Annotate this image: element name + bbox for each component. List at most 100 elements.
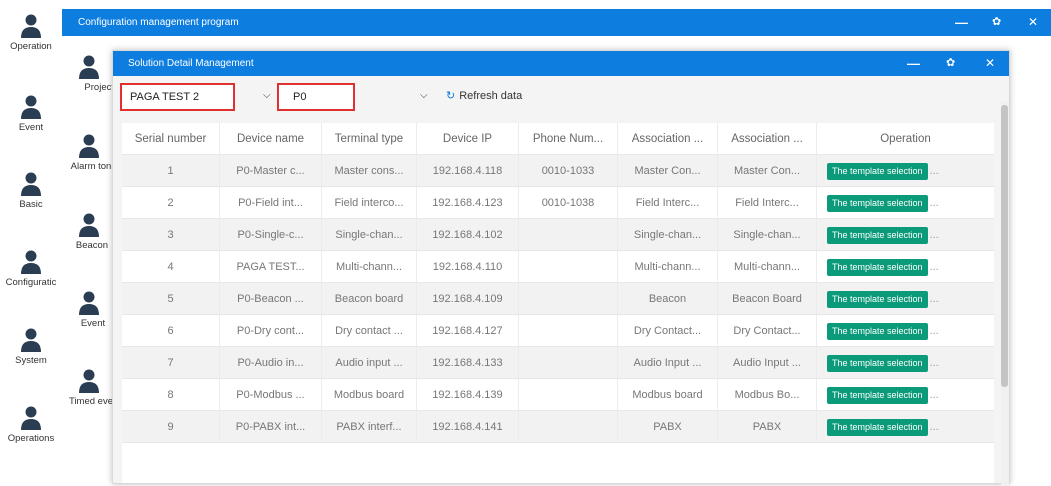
table-cell: PABX xyxy=(718,411,817,443)
chevron-down-icon[interactable]: ⌵ xyxy=(263,90,271,101)
table-cell: 192.168.4.118 xyxy=(417,155,519,187)
column-header[interactable]: Serial number xyxy=(122,123,220,155)
table-cell xyxy=(519,315,618,347)
table-cell: 0010-1038 xyxy=(519,187,618,219)
more-options[interactable]: ... xyxy=(930,165,939,177)
table-cell: Audio input ... xyxy=(322,347,417,379)
table-row[interactable]: 5 P0-Beacon ... Beacon board 192.168.4.109 B… xyxy=(122,283,994,315)
column-header[interactable]: Operation xyxy=(817,123,994,155)
table-row[interactable]: 4 PAGA TEST... Multi-chann... 192.168.4.110… xyxy=(122,251,994,283)
table-cell: 3 xyxy=(122,219,220,251)
table-cell: Beacon board xyxy=(322,283,417,315)
nav-item-alarm-tone[interactable]: Alarm ton xyxy=(62,134,114,172)
scrollbar[interactable] xyxy=(1001,101,1009,486)
sidebar-item-configuration[interactable]: Configuratic xyxy=(0,250,62,288)
more-options[interactable]: ... xyxy=(930,197,939,209)
window-title-bar: Configuration management program — ✿ ✕ xyxy=(62,9,1051,36)
template-selection-button[interactable]: The template selection xyxy=(827,354,928,372)
template-selection-button[interactable]: The template selection xyxy=(827,418,928,436)
nav-item-beacon[interactable]: Beacon xyxy=(62,213,114,251)
minimize-button[interactable]: — xyxy=(955,9,968,36)
table-cell: 192.168.4.127 xyxy=(417,315,519,347)
nav-item-event[interactable]: Event xyxy=(62,291,114,329)
sidebar-item-event[interactable]: Event xyxy=(0,95,62,133)
dialog-minimize-button[interactable]: — xyxy=(907,51,920,76)
project-select[interactable]: PAGA TEST 2 xyxy=(120,83,235,111)
table-cell: Audio Input ... xyxy=(618,347,718,379)
table-cell: PABX xyxy=(618,411,718,443)
more-options[interactable]: ... xyxy=(930,421,939,433)
scrollbar-thumb[interactable] xyxy=(1001,105,1008,387)
table-row[interactable]: 3 P0-Single-c... Single-chan... 192.168.4.1… xyxy=(122,219,994,251)
table-cell: Single-chan... xyxy=(618,219,718,251)
sidebar-item-basic[interactable]: Basic xyxy=(0,172,62,210)
column-header[interactable]: Phone Num... xyxy=(519,123,618,155)
table-row[interactable]: 9 P0-PABX int... PABX interf... 192.168.4.1… xyxy=(122,411,994,443)
restore-button[interactable]: ✿ xyxy=(992,9,1001,36)
user-icon xyxy=(21,250,41,274)
user-icon xyxy=(79,55,99,79)
table-row[interactable]: 1 P0-Master c... Master cons... 192.168.4.1… xyxy=(122,155,994,187)
table-row[interactable]: 8 P0-Modbus ... Modbus board 192.168.4.139 M… xyxy=(122,379,994,411)
level-select[interactable]: P0 xyxy=(277,83,355,111)
more-options[interactable]: ... xyxy=(930,389,939,401)
nav-item-label: Timed eve xyxy=(69,396,113,407)
sidebar-item-label: Configuratic xyxy=(5,277,57,288)
nav-item-project[interactable]: Project xyxy=(62,55,114,93)
template-selection-button[interactable]: The template selection xyxy=(827,322,928,340)
table-cell: Single-chan... xyxy=(322,219,417,251)
template-selection-button[interactable]: The template selection xyxy=(827,386,928,404)
sidebar-item-label: Operations xyxy=(7,433,55,444)
more-options[interactable]: ... xyxy=(930,229,939,241)
table-cell: Multi-chann... xyxy=(322,251,417,283)
user-icon xyxy=(79,291,99,315)
table-cell: P0-Dry cont... xyxy=(220,315,322,347)
more-options[interactable]: ... xyxy=(930,293,939,305)
template-selection-button[interactable]: The template selection xyxy=(827,162,928,180)
column-header[interactable]: Association ... xyxy=(618,123,718,155)
user-icon xyxy=(21,172,41,196)
sidebar-item-label: System xyxy=(15,355,47,366)
sidebar-item-operation[interactable]: Operation xyxy=(0,14,62,52)
table-cell: 2 xyxy=(122,187,220,219)
more-options[interactable]: ... xyxy=(930,261,939,273)
table-cell xyxy=(519,411,618,443)
operation-cell: The template selection... xyxy=(817,411,994,443)
table-row[interactable]: 7 P0-Audio in... Audio input ... 192.168.4.… xyxy=(122,347,994,379)
sidebar-item-system[interactable]: System xyxy=(0,328,62,366)
table-row[interactable]: 6 P0-Dry cont... Dry contact ... 192.168.4.… xyxy=(122,315,994,347)
close-button[interactable]: ✕ xyxy=(1028,9,1038,36)
table-cell: 7 xyxy=(122,347,220,379)
table-cell xyxy=(519,347,618,379)
nav-item-label: Project xyxy=(84,82,114,93)
column-header[interactable]: Device IP xyxy=(417,123,519,155)
table-row[interactable]: 2 P0-Field int... Field interco... 192.168.… xyxy=(122,187,994,219)
dialog-title-bar: Solution Detail Management — ✿ ✕ xyxy=(113,51,1009,76)
column-header[interactable]: Device name xyxy=(220,123,322,155)
device-table: Serial number Device name Terminal type … xyxy=(122,123,994,483)
dialog-close-button[interactable]: ✕ xyxy=(985,51,995,76)
refresh-button[interactable]: ↻ Refresh data xyxy=(446,89,522,102)
chevron-down-icon[interactable]: ⌵ xyxy=(420,90,428,101)
template-selection-button[interactable]: The template selection xyxy=(827,290,928,308)
user-icon xyxy=(21,95,41,119)
column-header[interactable]: Terminal type xyxy=(322,123,417,155)
column-header[interactable]: Association ... xyxy=(718,123,817,155)
more-options[interactable]: ... xyxy=(930,325,939,337)
nav-item-label: Event xyxy=(80,318,106,329)
more-options[interactable]: ... xyxy=(930,357,939,369)
table-cell xyxy=(519,219,618,251)
project-select-value: PAGA TEST 2 xyxy=(130,91,200,103)
template-selection-button[interactable]: The template selection xyxy=(827,258,928,276)
table-cell: P0-Field int... xyxy=(220,187,322,219)
table-cell: 192.168.4.123 xyxy=(417,187,519,219)
table-cell: Single-chan... xyxy=(718,219,817,251)
table-cell: Multi-chann... xyxy=(618,251,718,283)
nav-item-label: Alarm ton xyxy=(70,161,112,172)
sidebar-item-operations[interactable]: Operations xyxy=(0,406,62,444)
template-selection-button[interactable]: The template selection xyxy=(827,226,928,244)
user-icon xyxy=(79,213,99,237)
nav-item-timed-event[interactable]: Timed eve xyxy=(62,369,114,407)
dialog-restore-button[interactable]: ✿ xyxy=(946,51,955,76)
template-selection-button[interactable]: The template selection xyxy=(827,194,928,212)
